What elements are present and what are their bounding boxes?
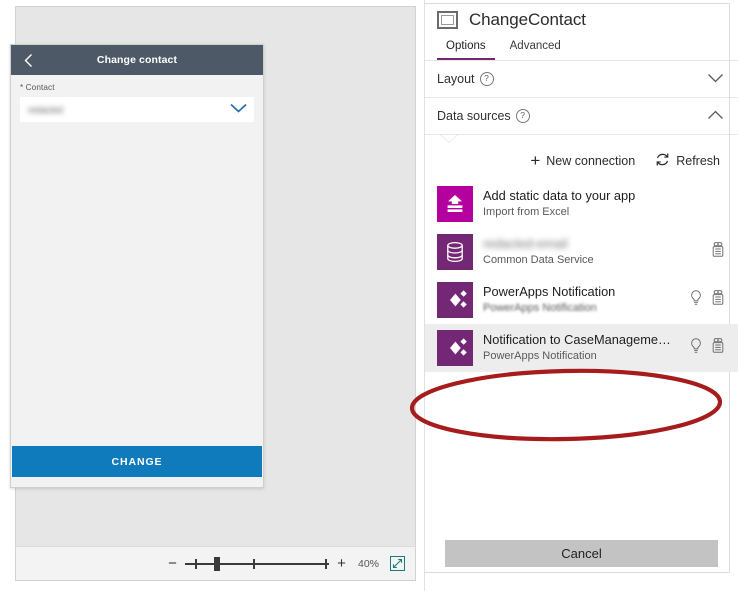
help-circle-icon[interactable]: ? <box>479 72 494 86</box>
tab-advanced[interactable]: Advanced <box>501 40 570 60</box>
app-canvas-pane: Change contact * Contact redacted CHANGE… <box>0 0 424 591</box>
data-source-row-icons <box>712 242 728 262</box>
zoom-slider[interactable] <box>185 556 329 571</box>
data-source-row-common-data-service[interactable]: redacted-email Common Data Service <box>425 228 738 276</box>
canvas-status-bar: − + 40% <box>15 546 416 581</box>
powerapps-notification-icon <box>437 330 473 366</box>
panel-footer: Cancel <box>425 540 738 591</box>
zoom-control[interactable]: − + 40% <box>167 556 405 571</box>
contact-field-label: * Contact <box>20 83 254 92</box>
refresh-button[interactable]: Refresh <box>655 152 720 170</box>
data-sources-body: + New connection Refresh Add static data… <box>425 135 738 540</box>
data-source-subtitle: PowerApps Notification <box>483 302 597 314</box>
database-icon <box>437 234 473 270</box>
data-source-name: PowerApps Notification <box>483 284 616 299</box>
zoom-slider-tick <box>253 558 255 569</box>
screen-control-icon <box>437 11 458 29</box>
lightbulb-icon[interactable] <box>690 337 702 359</box>
help-circle-icon[interactable]: ? <box>515 109 530 123</box>
chevron-left-icon[interactable] <box>11 53 45 68</box>
required-marker: * <box>20 83 24 92</box>
section-layout-title: Layout <box>437 72 475 86</box>
data-source-row-static-data[interactable]: Add static data to your app Import from … <box>425 180 738 228</box>
contact-dropdown-value: redacted <box>28 104 64 115</box>
contact-dropdown[interactable]: redacted <box>20 97 254 122</box>
panel-title: ChangeContact <box>469 10 586 29</box>
new-connection-button[interactable]: + New connection <box>530 151 636 170</box>
zoom-percent-label: 40% <box>357 557 379 570</box>
section-notch <box>441 135 457 142</box>
remove-data-source-icon[interactable] <box>712 242 724 262</box>
zoom-slider-rail <box>185 562 329 565</box>
data-source-subtitle: PowerApps Notification <box>483 350 597 362</box>
data-source-text: Notification to CaseManageme… PowerApps … <box>483 332 680 364</box>
phone-screen-header: Change contact <box>11 45 263 75</box>
powerapps-notification-icon <box>437 282 473 318</box>
data-source-name: Notification to CaseManageme… <box>483 332 671 347</box>
fit-to-screen-icon[interactable] <box>390 556 405 571</box>
data-source-row-notification-to-casemanagement[interactable]: Notification to CaseManageme… PowerApps … <box>425 324 738 372</box>
zoom-slider-thumb[interactable] <box>214 556 220 571</box>
data-source-text: PowerApps Notification PowerApps Notific… <box>483 284 680 316</box>
panel-header: ChangeContact <box>425 0 738 30</box>
cancel-button[interactable]: Cancel <box>445 540 718 567</box>
tab-options[interactable]: Options <box>437 40 495 60</box>
refresh-label: Refresh <box>676 154 720 168</box>
chevron-down-icon[interactable] <box>229 101 248 119</box>
zoom-slider-tick <box>325 558 327 569</box>
data-source-subtitle: Common Data Service <box>483 254 594 266</box>
static-data-icon <box>437 186 473 222</box>
data-source-subtitle: Import from Excel <box>483 206 570 218</box>
zoom-in-button[interactable]: + <box>336 556 347 571</box>
data-sources-list: Add static data to your app Import from … <box>425 180 738 372</box>
phone-screen-title: Change contact <box>96 54 178 66</box>
zoom-out-button[interactable]: − <box>167 556 178 571</box>
plus-icon: + <box>530 151 541 170</box>
phone-screen-preview[interactable]: Change contact * Contact redacted CHANGE <box>10 44 264 488</box>
section-data-sources-title: Data sources <box>437 109 511 123</box>
section-layout[interactable]: Layout ? <box>425 61 738 98</box>
remove-data-source-icon[interactable] <box>712 290 724 310</box>
data-source-row-powerapps-notification[interactable]: PowerApps Notification PowerApps Notific… <box>425 276 738 324</box>
data-source-name: redacted-email <box>483 236 568 251</box>
remove-data-source-icon[interactable] <box>712 338 724 358</box>
chevron-down-icon[interactable] <box>707 72 724 86</box>
change-button[interactable]: CHANGE <box>12 446 262 477</box>
data-source-row-icons <box>690 337 728 359</box>
data-sources-actions: + New connection Refresh <box>425 135 738 180</box>
phone-form-footer: CHANGE <box>11 440 263 487</box>
new-connection-label: New connection <box>546 154 636 168</box>
chevron-up-icon[interactable] <box>707 109 724 123</box>
data-source-row-icons <box>690 289 728 311</box>
lightbulb-icon[interactable] <box>690 289 702 311</box>
zoom-slider-tick <box>195 558 197 569</box>
refresh-icon <box>655 152 670 170</box>
section-data-sources[interactable]: Data sources ? <box>425 98 738 135</box>
contact-field-label-text: Contact <box>25 83 55 92</box>
data-source-name: Add static data to your app <box>483 188 636 203</box>
phone-form-body: * Contact redacted <box>11 75 263 440</box>
properties-panel: ChangeContact Options Advanced Layout ? … <box>424 0 738 591</box>
data-source-text: Add static data to your app Import from … <box>483 188 714 220</box>
data-source-text: redacted-email Common Data Service <box>483 236 702 268</box>
panel-tabs[interactable]: Options Advanced <box>425 30 738 61</box>
